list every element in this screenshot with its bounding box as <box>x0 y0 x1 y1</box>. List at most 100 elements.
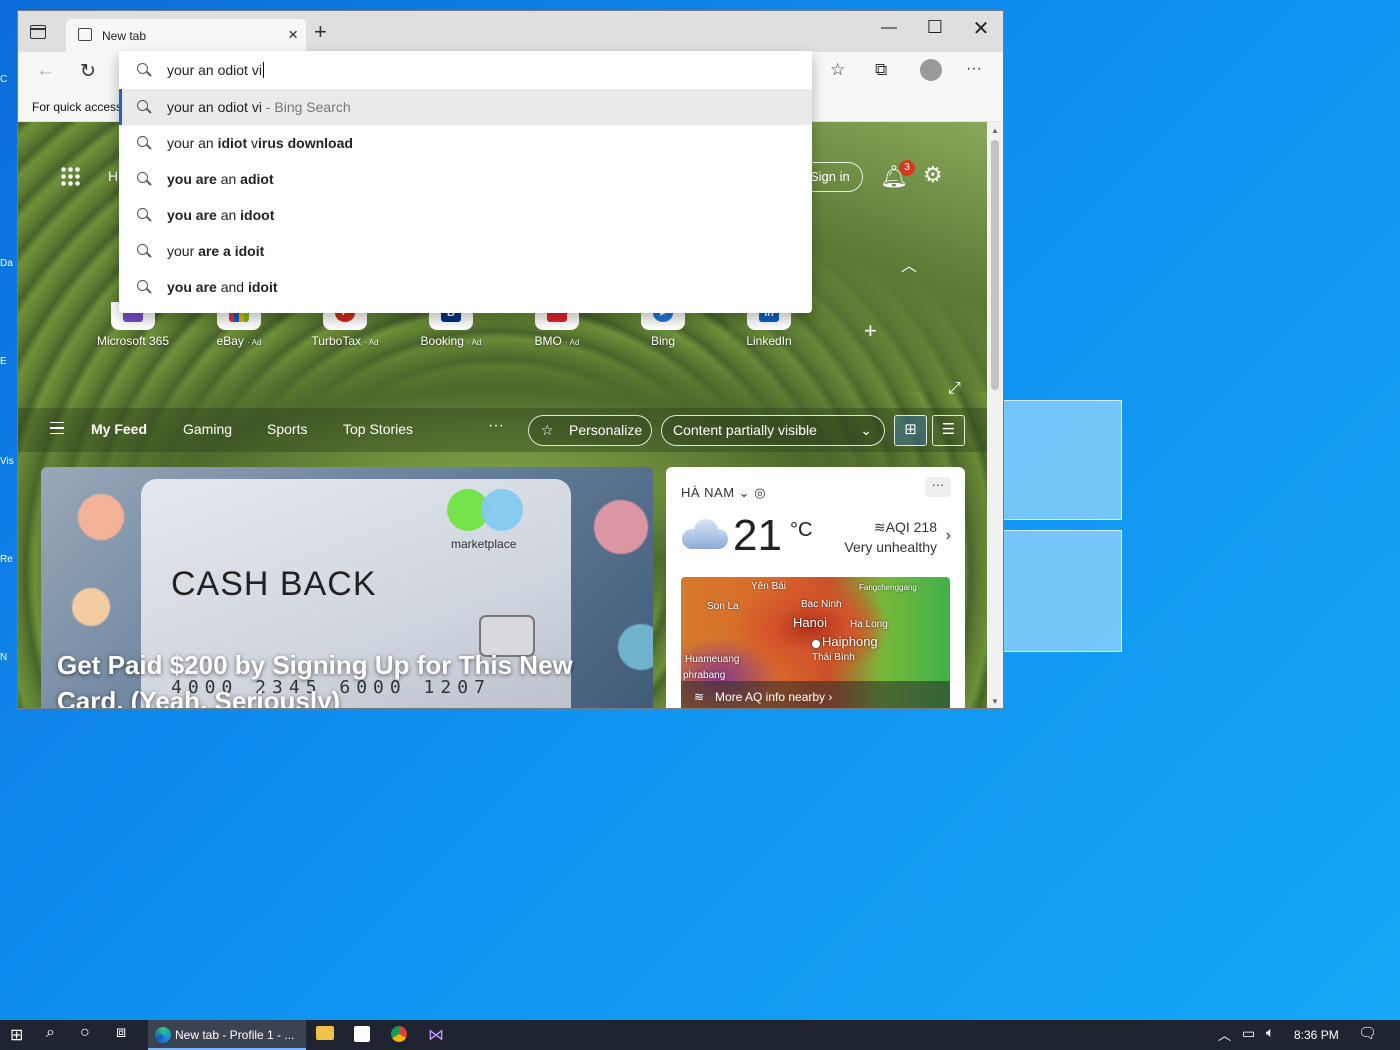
settings-more-icon[interactable]: ··· <box>966 60 982 78</box>
map-label: Thái Bình <box>812 652 855 663</box>
air-quality-icon: ≋ <box>694 690 705 704</box>
map-label: Ha Long <box>850 619 888 630</box>
chevron-down-icon: ⌄ <box>860 422 872 438</box>
cloudy-icon <box>682 519 728 549</box>
air-quality-map[interactable]: Yên Bái Fangchenggang Son La Bac Ninh Ha… <box>681 577 950 708</box>
feed-navigation: My Feed Gaming Sports Top Stories ··· ☆ … <box>18 408 988 452</box>
map-label: Yên Bái <box>751 581 787 592</box>
chevron-up-icon[interactable]: ︿ <box>1218 1025 1231 1044</box>
search-icon[interactable]: ⌕ <box>46 1024 55 1042</box>
new-tab-button[interactable]: + <box>314 19 327 45</box>
address-bar-text[interactable]: your an odiot vi <box>167 62 264 78</box>
desktop-icon-label[interactable]: E <box>0 356 18 367</box>
list-layout-icon[interactable]: ☰ <box>932 415 965 446</box>
chevron-right-icon[interactable]: › <box>946 527 951 545</box>
ad-badge: · Ad <box>247 338 262 347</box>
gear-icon[interactable]: ⚙ <box>923 162 943 188</box>
minimize-button[interactable]: — <box>874 19 904 37</box>
search-icon <box>137 172 152 186</box>
maximize-button[interactable]: ☐ <box>920 17 950 38</box>
expand-icon[interactable]: ⤢ <box>948 380 961 398</box>
suggestion-item[interactable]: you are and idoit <box>119 269 812 305</box>
edge-icon <box>155 1027 171 1043</box>
search-icon <box>137 136 152 150</box>
chevron-up-icon[interactable]: ︿ <box>901 252 917 276</box>
suggestion-item[interactable]: your an idiot virus download <box>119 125 812 161</box>
personalize-button[interactable]: ☆ Personalize <box>528 415 652 446</box>
location-name: HÀ NAM <box>681 485 735 500</box>
search-icon <box>137 208 152 222</box>
grid-layout-icon[interactable]: ⊞ <box>894 415 927 446</box>
page-scrollbar[interactable]: ▲ ▼ <box>987 122 1003 708</box>
scroll-up-arrow[interactable]: ▲ <box>991 126 999 135</box>
location-pin <box>811 639 821 649</box>
hero-article-card[interactable]: marketplace CASH BACK 4000 2345 6000 120… <box>41 467 653 708</box>
profile-avatar[interactable] <box>920 59 942 81</box>
file-explorer-icon[interactable] <box>316 1026 334 1040</box>
task-view-icon[interactable]: ⧈ <box>116 1024 126 1042</box>
weather-more-button[interactable]: ··· <box>925 477 951 497</box>
scroll-thumb[interactable] <box>991 140 999 390</box>
quick-link-label: Booking <box>420 334 464 348</box>
browser-window: New tab × + — ☐ ✕ ← ↻ ☆ ⧉ ··· For quick … <box>17 10 1004 709</box>
desktop-icon-label[interactable]: Da <box>0 258 18 269</box>
app-launcher-icon[interactable] <box>60 166 80 186</box>
tab-title: New tab <box>102 29 147 43</box>
suggestion-item[interactable]: your an odiot vi - Bing Search <box>119 89 812 125</box>
address-bar-input[interactable]: your an odiot vi <box>119 51 812 89</box>
search-icon <box>137 100 152 114</box>
tab-sports[interactable]: Sports <box>267 421 307 437</box>
volume-icon[interactable]: 🔈︎ <box>1266 1024 1274 1041</box>
desktop-icon-label[interactable]: N <box>0 652 18 663</box>
air-quality-icon: ≋ <box>873 519 886 535</box>
scroll-down-arrow[interactable]: ▼ <box>991 697 999 706</box>
more-aq-link[interactable]: ≋ More AQ info nearby › <box>681 681 950 708</box>
store-icon[interactable] <box>354 1026 370 1042</box>
close-tab-icon[interactable]: × <box>288 25 298 45</box>
map-label: Hanoi <box>793 615 827 630</box>
map-label: Son La <box>707 601 739 612</box>
tab-my-feed[interactable]: My Feed <box>91 421 147 437</box>
suggestion-item[interactable]: you are an adiot <box>119 161 812 197</box>
weather-location[interactable]: HÀ NAM ⌄ ◎ <box>681 485 766 501</box>
start-windows-icon[interactable]: ⊞ <box>10 1025 23 1045</box>
clock[interactable]: 8:36 PM <box>1294 1028 1339 1042</box>
hamburger-menu-icon[interactable] <box>50 422 64 434</box>
notification-center-icon[interactable]: 🗨︎ <box>1358 1024 1377 1042</box>
more-aq-label: More AQ info nearby <box>715 690 826 704</box>
chrome-icon[interactable] <box>391 1026 407 1042</box>
more-tabs-button[interactable]: ··· <box>488 417 504 435</box>
cortana-icon[interactable]: ○ <box>80 1024 90 1042</box>
collections-icon[interactable]: ⧉ <box>875 60 887 80</box>
title-bar: New tab × + — ☐ ✕ <box>18 11 1003 52</box>
refresh-button[interactable]: ↻ <box>80 60 96 83</box>
address-bar-dropdown: your an odiot vi your an odiot vi - Bing… <box>119 51 812 313</box>
taskbar-edge-app[interactable]: New tab - Profile 1 - ... <box>148 1020 306 1050</box>
visual-studio-icon[interactable]: ⋈ <box>428 1025 444 1045</box>
card-brand: marketplace <box>451 537 517 551</box>
map-label: Haiphong <box>822 634 878 649</box>
temperature-unit[interactable]: °C <box>790 519 812 542</box>
content-visibility-dropdown[interactable]: Content partially visible ⌄ <box>661 415 885 446</box>
map-label: phrabang <box>683 670 726 681</box>
tab-top-stories[interactable]: Top Stories <box>343 421 413 437</box>
close-window-button[interactable]: ✕ <box>966 16 996 41</box>
suggestion-text: you are and idoit <box>167 279 278 295</box>
desktop-icon-label[interactable]: Re <box>0 554 18 565</box>
network-icon[interactable]: ▭ <box>1242 1025 1255 1042</box>
quick-link-label: TurboTax <box>311 334 361 348</box>
tab-actions-icon[interactable] <box>30 25 46 39</box>
tab-new-tab[interactable]: New tab × <box>66 19 306 52</box>
tab-gaming[interactable]: Gaming <box>183 421 232 437</box>
search-icon <box>137 63 152 77</box>
add-quick-link-button[interactable]: + <box>864 318 877 344</box>
back-button[interactable]: ← <box>36 60 55 82</box>
suggestion-item[interactable]: you are an idoot <box>119 197 812 233</box>
suggestion-item[interactable]: your are a idoit <box>119 233 812 269</box>
desktop-icon-label[interactable]: C <box>0 74 18 85</box>
desktop-icon-label[interactable]: Vis <box>0 456 18 467</box>
aqi-text: AQI 218 <box>885 519 937 535</box>
favorites-icon[interactable]: ☆ <box>830 60 845 80</box>
hero-headline[interactable]: Get Paid $200 by Signing Up for This New… <box>57 647 637 708</box>
text-caret <box>262 62 264 78</box>
